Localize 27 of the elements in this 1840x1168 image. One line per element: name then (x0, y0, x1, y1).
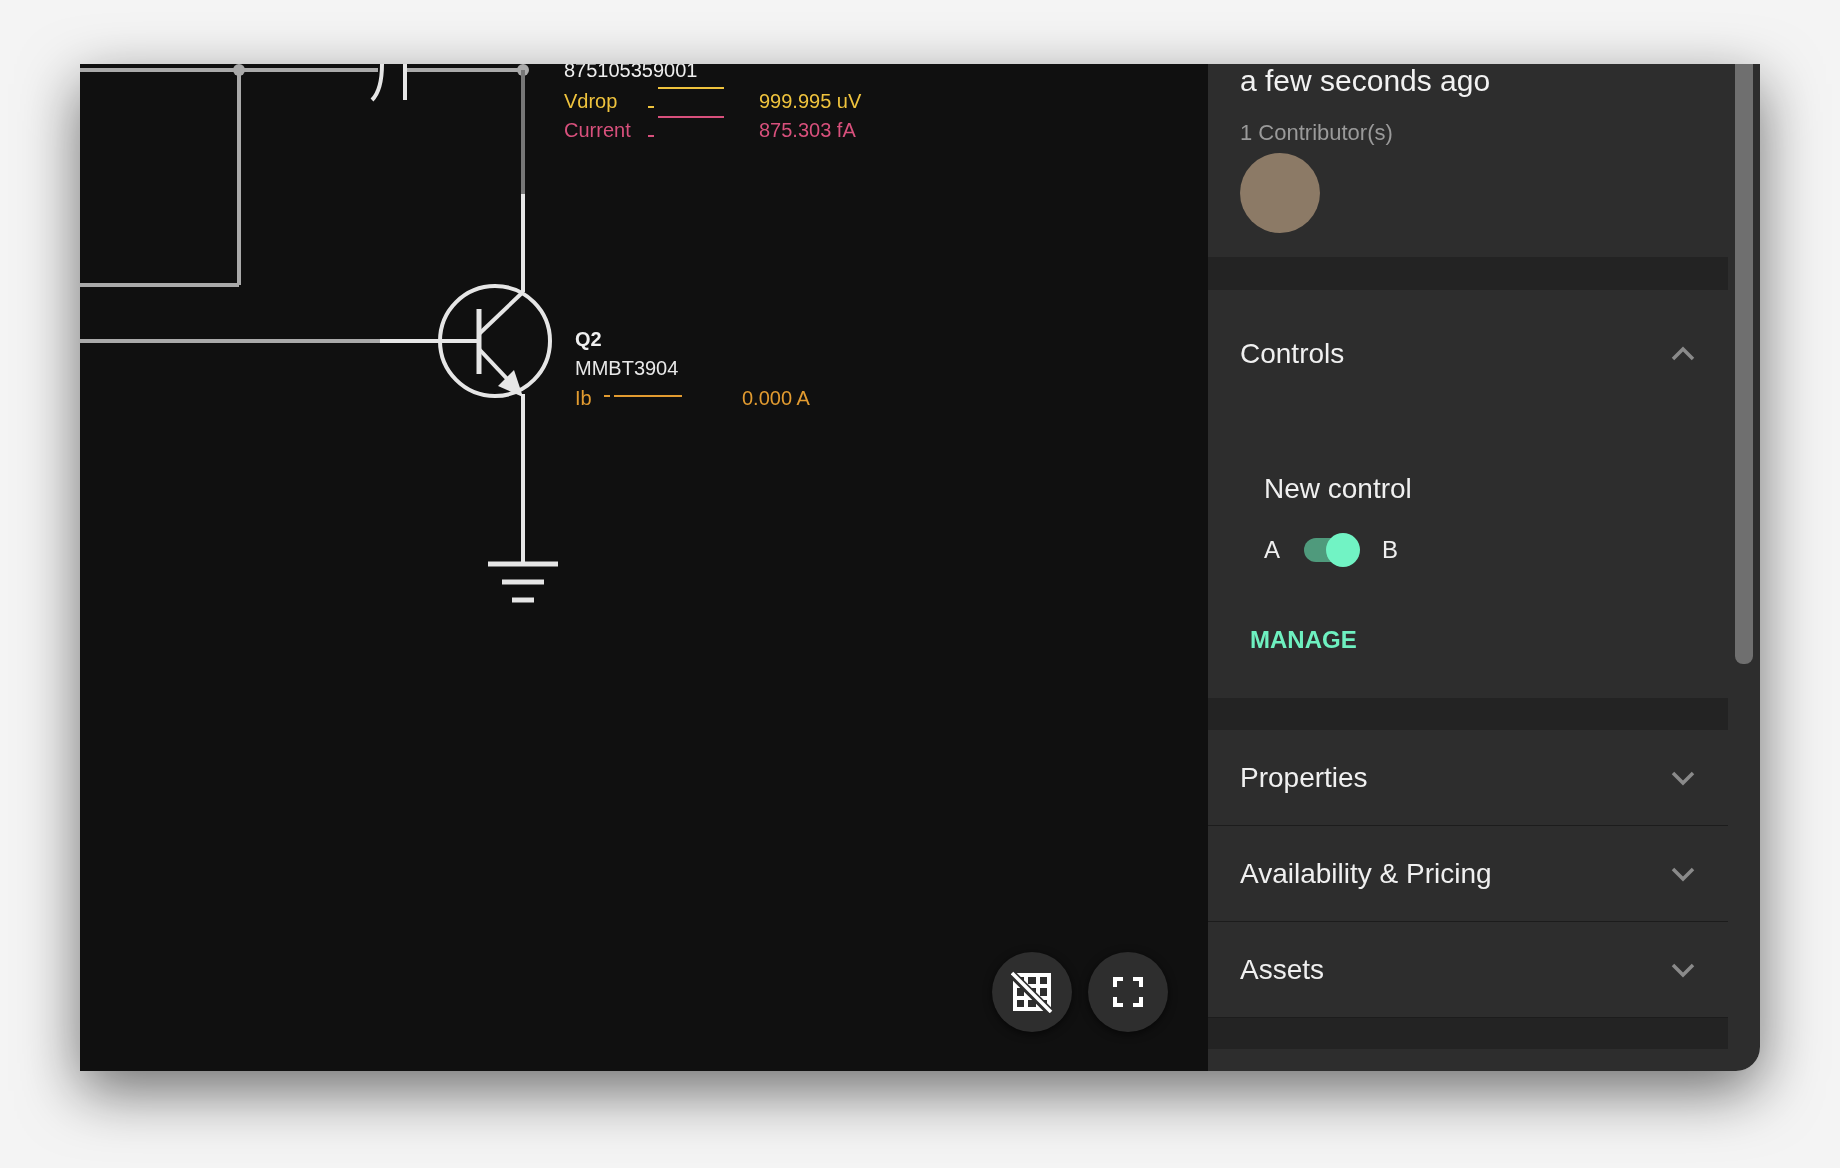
section-header[interactable]: Availability & Pricing (1208, 826, 1728, 921)
switch-right-label: B (1382, 535, 1399, 565)
probe-label: Ib (575, 388, 592, 408)
legend-value: 999.995 uV (759, 91, 862, 111)
contributors-count: 1 Contributor(s) (1240, 119, 1394, 147)
scrollbar-thumb[interactable] (1735, 64, 1753, 664)
grid-off-icon (1011, 971, 1053, 1013)
section-header[interactable]: Properties (1208, 730, 1728, 825)
net-label: 875105359001 (564, 64, 698, 80)
control-title: New control (1264, 472, 1413, 506)
section-header[interactable]: Controls (1208, 290, 1728, 418)
chevron-down-icon (1670, 769, 1696, 786)
chevron-down-icon (1670, 961, 1696, 978)
component-part-number: MMBT3904 (575, 358, 679, 378)
chevron-down-icon (1670, 865, 1696, 882)
fullscreen-icon (1113, 977, 1143, 1007)
section-header[interactable]: Assets (1208, 922, 1728, 1017)
updated-time: a few seconds ago (1240, 66, 1492, 96)
legend-label: Current (564, 120, 631, 140)
component-designator: Q2 (575, 329, 602, 349)
manage-button[interactable]: MANAGE (1248, 622, 1359, 658)
toggle-switch[interactable] (1302, 533, 1360, 567)
chevron-up-icon (1670, 346, 1696, 362)
probe-value: 0.000 A (742, 388, 810, 408)
legend-value: 875.303 fA (759, 120, 856, 140)
legend-label: Vdrop (564, 91, 618, 111)
switch-left-label: A (1264, 535, 1280, 565)
